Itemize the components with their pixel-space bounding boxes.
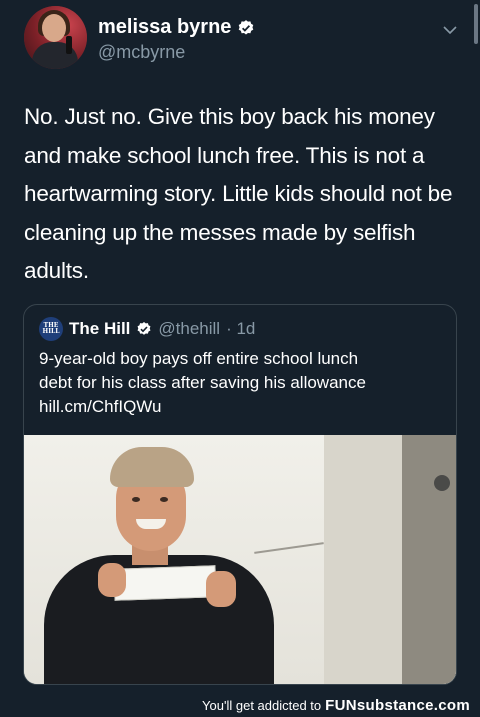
author-handle[interactable]: @mcbyrne <box>98 42 185 63</box>
author-name-row[interactable]: melissa byrne <box>98 16 255 39</box>
quoted-avatar[interactable]: THE HILL <box>39 317 63 341</box>
author-display-name[interactable]: melissa byrne <box>98 16 231 39</box>
watermark-footer: You'll get addicted to FUNsubstance.com <box>0 693 480 717</box>
scrollbar[interactable] <box>474 4 478 44</box>
quoted-tweet-image[interactable] <box>24 435 456 684</box>
quoted-tweet[interactable]: THE HILL The Hill @thehill · 1d 9-year-o… <box>23 304 457 685</box>
avatar[interactable] <box>24 6 87 69</box>
quoted-text-line-2: debt for his class after saving his allo… <box>39 373 366 392</box>
verified-badge-icon <box>239 19 254 35</box>
footer-brand: FUNsubstance.com <box>325 696 470 714</box>
quoted-tweet-header: THE HILL The Hill @thehill · 1d <box>39 317 255 341</box>
tweet-text: No. Just no. Give this boy back his mone… <box>24 104 453 283</box>
quoted-link[interactable]: hill.cm/ChfIQWu <box>39 395 444 419</box>
quoted-logo-text: THE HILL <box>42 322 60 335</box>
quoted-handle[interactable]: @thehill <box>158 319 220 339</box>
chevron-down-icon[interactable] <box>442 22 458 38</box>
verified-badge-icon <box>137 322 151 335</box>
quoted-text-line-1: 9-year-old boy pays off entire school lu… <box>39 349 359 368</box>
quoted-display-name[interactable]: The Hill <box>69 319 130 339</box>
quoted-timestamp[interactable]: · 1d <box>226 319 255 339</box>
tweet-header: melissa byrne @mcbyrne <box>24 6 464 76</box>
footer-prefix: You'll get addicted to <box>202 697 322 713</box>
quoted-tweet-text: 9-year-old boy pays off entire school lu… <box>39 347 444 419</box>
